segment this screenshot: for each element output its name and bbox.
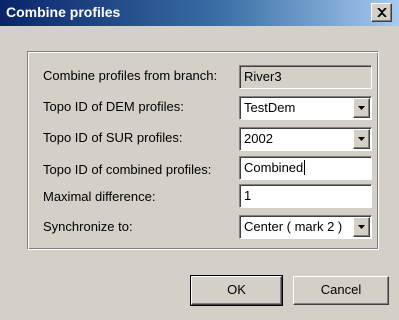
chevron-down-icon (358, 106, 365, 110)
branch-field: River3 (239, 65, 372, 89)
close-icon (377, 8, 387, 17)
dem-select[interactable]: TestDem (239, 96, 372, 120)
sync-select[interactable]: Center ( mark 2 ) (239, 215, 372, 239)
dem-label: Topo ID of DEM profiles: (43, 99, 184, 114)
maxdiff-value: 1 (244, 188, 252, 203)
sur-label: Topo ID of SUR profiles: (43, 130, 183, 145)
dem-dropdown-button[interactable] (353, 98, 370, 118)
combined-label: Topo ID of combined profiles: (43, 162, 212, 177)
sync-value: Center ( mark 2 ) (244, 219, 343, 234)
combined-text: Combined (244, 160, 306, 176)
combined-input[interactable]: Combined (239, 156, 372, 180)
sur-value: 2002 (244, 131, 273, 146)
sync-dropdown-button[interactable] (353, 217, 370, 237)
maxdiff-input[interactable]: 1 (239, 184, 372, 208)
branch-label: Combine profiles from branch: (43, 68, 218, 83)
dem-value: TestDem (244, 100, 296, 115)
branch-value: River3 (244, 69, 282, 84)
ok-button[interactable]: OK (190, 275, 283, 306)
combined-value: Combined (244, 160, 304, 175)
combine-profiles-dialog: Combine profiles Combine profiles from b… (0, 0, 399, 320)
chevron-down-icon (358, 225, 365, 229)
cancel-button[interactable]: Cancel (293, 276, 389, 305)
close-button[interactable] (371, 3, 392, 22)
sur-dropdown-button[interactable] (353, 129, 370, 149)
title-bar[interactable]: Combine profiles (0, 0, 399, 26)
maxdiff-label: Maximal difference: (43, 189, 156, 204)
chevron-down-icon (358, 137, 365, 141)
sync-label: Synchronize to: (43, 219, 133, 234)
window-title: Combine profiles (6, 4, 121, 20)
sur-select[interactable]: 2002 (239, 127, 372, 151)
text-caret (304, 160, 306, 175)
